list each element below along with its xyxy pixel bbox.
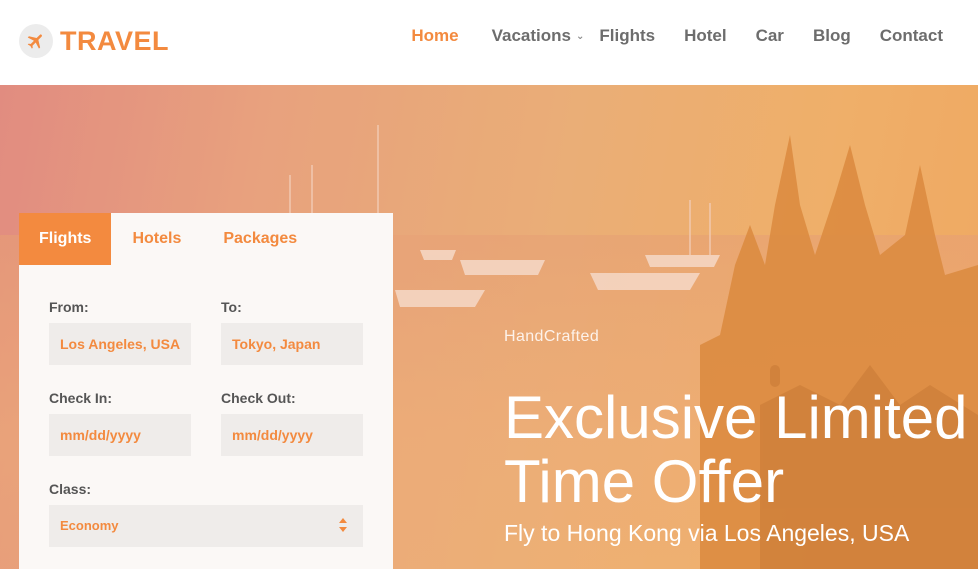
check-out-field[interactable]: mm/dd/yyyy [221, 414, 363, 456]
tab-hotels[interactable]: Hotels [111, 213, 202, 265]
booking-tabs: Flights Hotels Packages [19, 213, 393, 265]
tab-packages[interactable]: Packages [202, 213, 318, 265]
plane-icon [19, 24, 53, 58]
from-field[interactable]: Los Angeles, USA [49, 323, 191, 365]
hero-kicker: HandCrafted [504, 328, 600, 345]
nav-vacations-label: Vacations [491, 26, 571, 45]
to-field[interactable]: Tokyo, Japan [221, 323, 363, 365]
nav-vacations[interactable]: Vacations ⌄ [492, 26, 585, 46]
select-arrows-icon [339, 518, 347, 532]
check-in-label: Check In: [49, 390, 113, 406]
nav-contact[interactable]: Contact [880, 26, 943, 46]
tab-flights[interactable]: Flights [19, 213, 112, 265]
check-in-field[interactable]: mm/dd/yyyy [49, 414, 191, 456]
brand-logo[interactable]: TRAVEL [19, 24, 169, 58]
hero-headline-line1: Exclusive Limited [504, 384, 968, 451]
to-label: To: [221, 299, 242, 315]
hero-headline-line2: Time Offer [504, 448, 785, 515]
booking-panel: Flights Hotels Packages From: Los Angele… [19, 213, 393, 569]
site-header: TRAVEL Home Vacations ⌄ Flights Hotel Ca… [0, 0, 978, 85]
hero-subline: Fly to Hong Kong via Los Angeles, USA [504, 520, 910, 546]
class-label: Class: [49, 481, 92, 497]
nav-home[interactable]: Home [411, 26, 458, 46]
nav-blog[interactable]: Blog [813, 26, 851, 46]
class-select[interactable]: Economy [49, 505, 363, 547]
nav-flights[interactable]: Flights [599, 26, 655, 46]
brand-name: TRAVEL [60, 25, 169, 56]
chevron-down-icon: ⌄ [575, 30, 585, 42]
hero-headline: Exclusive Limited Time Offer [504, 386, 968, 514]
nav-car[interactable]: Car [756, 26, 784, 46]
check-out-label: Check Out: [221, 390, 296, 406]
from-label: From: [49, 299, 89, 315]
main-nav: Home Vacations ⌄ Flights Hotel Car Blog … [411, 26, 943, 46]
class-select-value: Economy [60, 518, 119, 533]
nav-hotel[interactable]: Hotel [684, 26, 727, 46]
